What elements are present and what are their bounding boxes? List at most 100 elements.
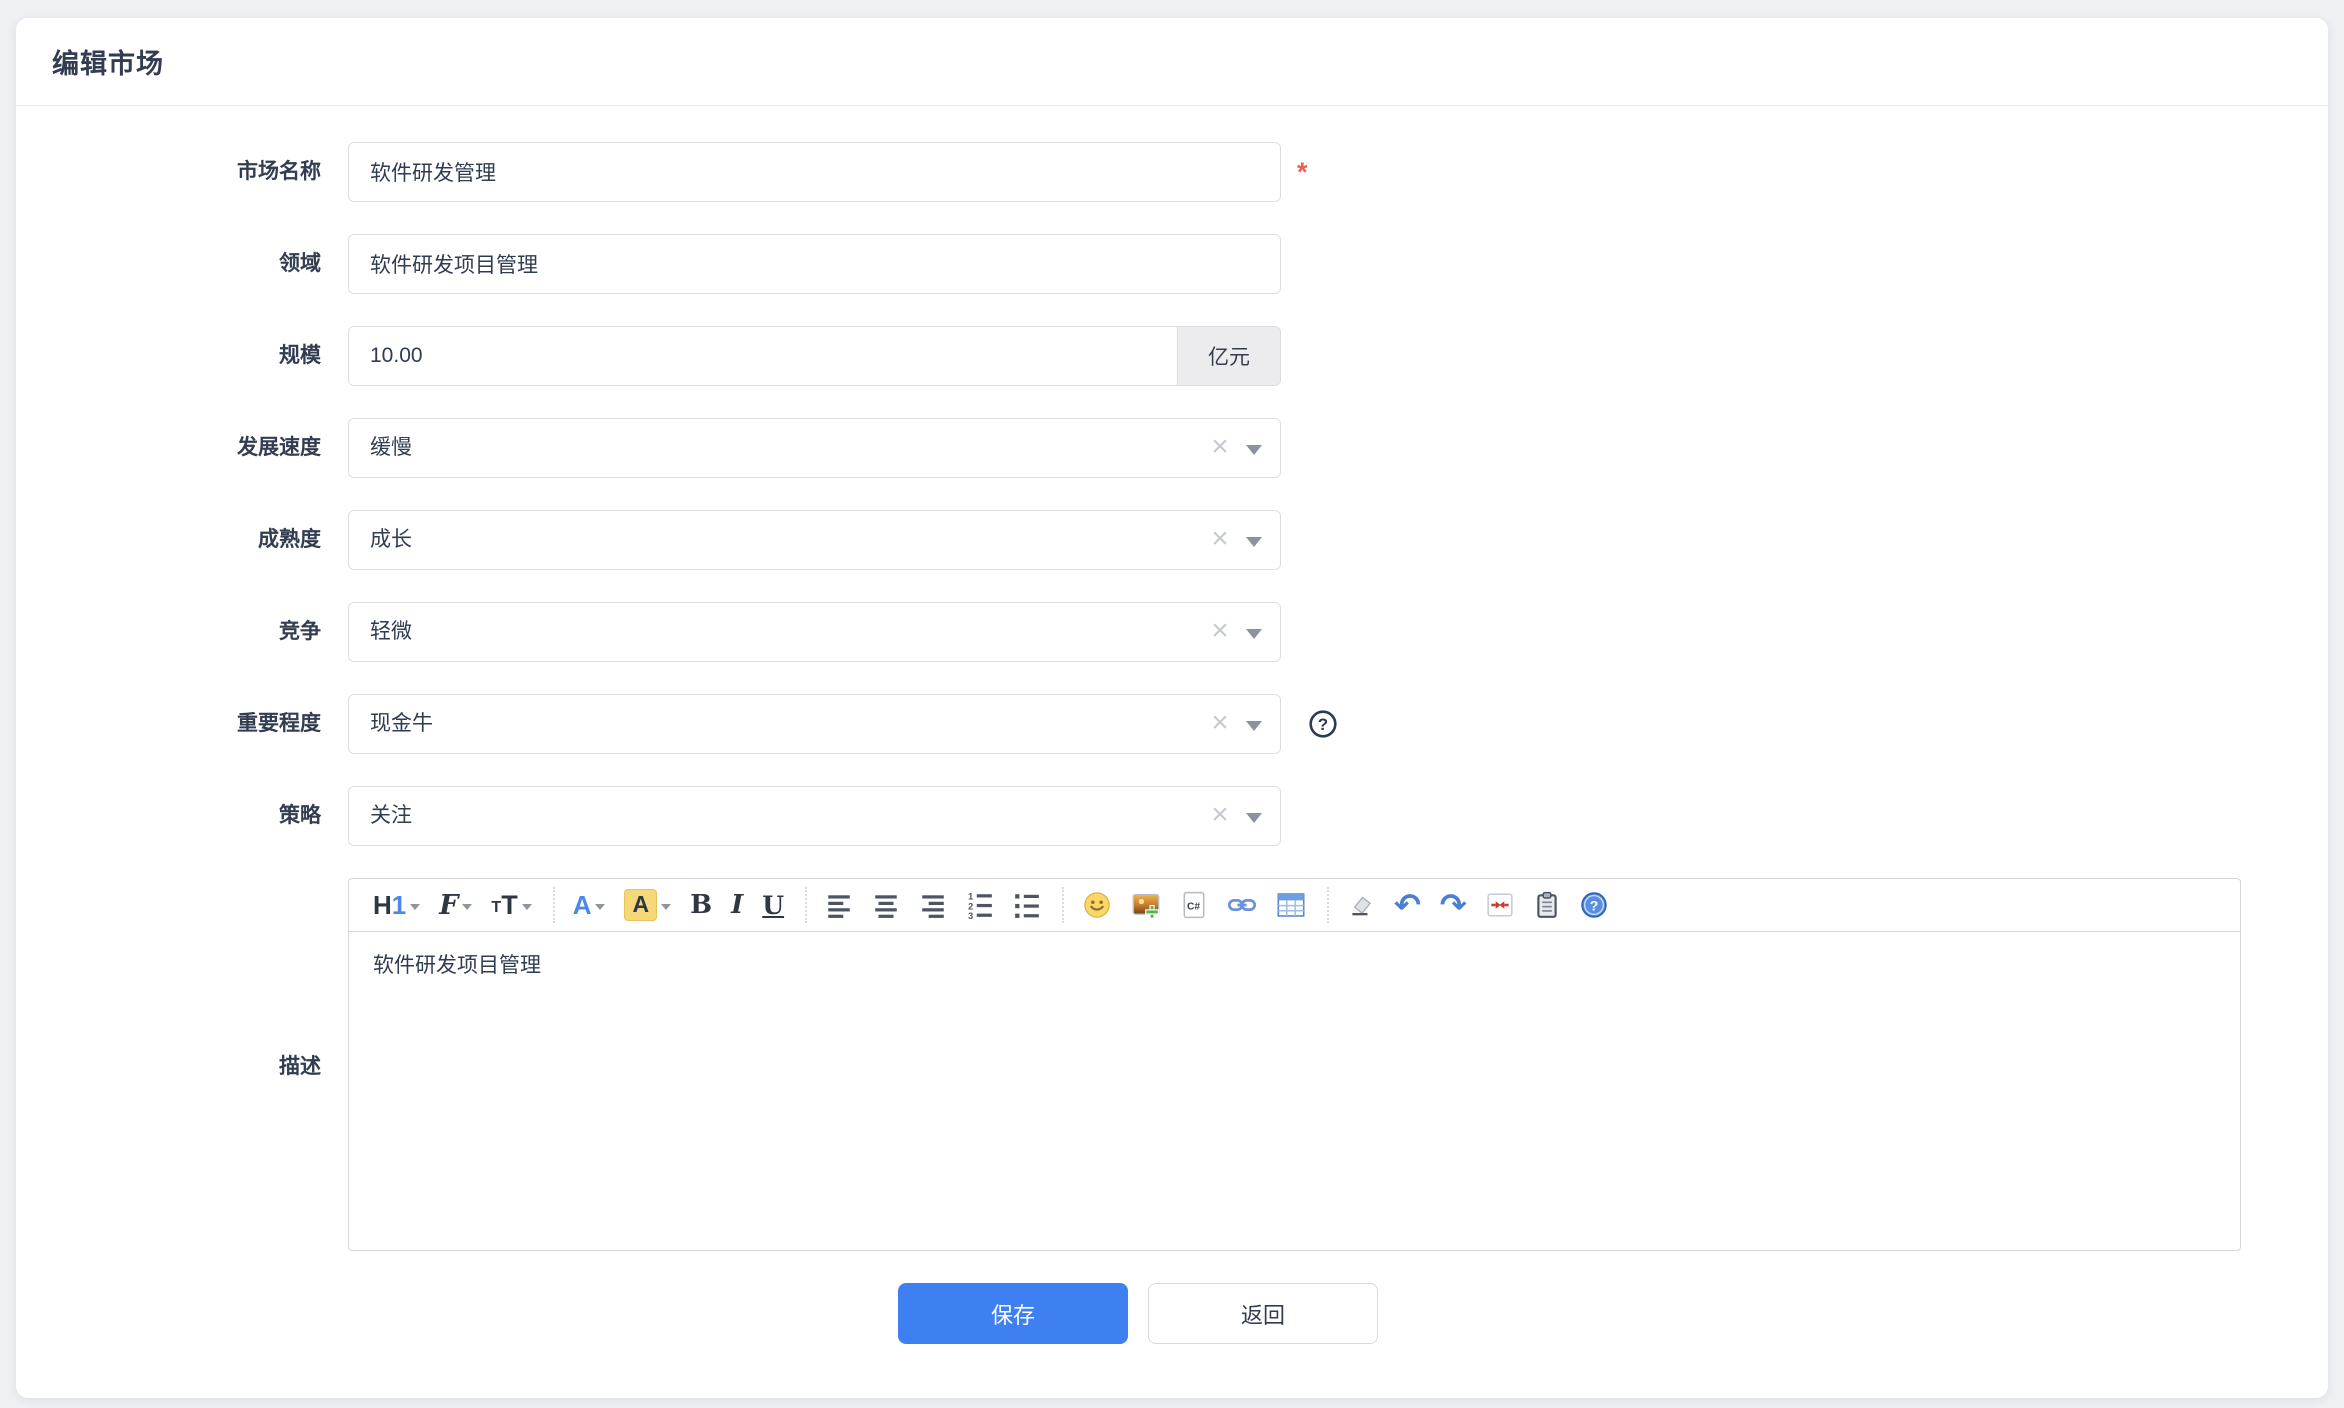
maturity-select[interactable]: 成长 × — [348, 510, 1281, 570]
maturity-value: 成长 — [370, 511, 412, 569]
form-actions: 保存 返回 — [16, 1283, 2328, 1344]
redo-icon[interactable]: ↷ — [1438, 886, 1469, 924]
row-market-name: 市场名称 * — [16, 142, 2328, 202]
chevron-down-icon — [522, 904, 532, 910]
domain-input[interactable] — [348, 234, 1281, 294]
row-domain: 领域 — [16, 234, 2328, 294]
row-growth-speed: 发展速度 缓慢 × — [16, 418, 2328, 478]
card-header: 编辑市场 — [16, 18, 2328, 106]
svg-text:C#: C# — [1187, 901, 1200, 912]
growth-speed-select[interactable]: 缓慢 × — [348, 418, 1281, 478]
competition-select[interactable]: 轻微 × — [348, 602, 1281, 662]
link-icon[interactable] — [1225, 886, 1259, 924]
align-left-icon[interactable] — [823, 886, 855, 924]
help-icon[interactable]: ? — [1308, 709, 1338, 739]
align-right-icon[interactable] — [917, 886, 949, 924]
insert-image-icon[interactable] — [1129, 886, 1163, 924]
svg-text:1: 1 — [968, 892, 973, 902]
clear-icon[interactable]: × — [1207, 695, 1233, 751]
clear-icon[interactable]: × — [1207, 787, 1233, 843]
remove-format-icon[interactable] — [1345, 886, 1377, 924]
font-size-small-glyph: T — [491, 899, 501, 917]
row-competition: 竞争 轻微 × — [16, 602, 2328, 662]
font-size-large-glyph: T — [501, 890, 518, 921]
undo-icon[interactable]: ↶ — [1392, 886, 1423, 924]
strategy-value: 关注 — [370, 787, 412, 845]
save-button[interactable]: 保存 — [898, 1283, 1128, 1344]
chevron-down-icon — [1246, 537, 1262, 547]
growth-speed-value: 缓慢 — [370, 419, 412, 477]
heading-icon[interactable]: H 1 — [371, 886, 422, 924]
background-color-icon[interactable]: A — [622, 886, 673, 924]
row-strategy: 策略 关注 × — [16, 786, 2328, 846]
page-title: 编辑市场 — [52, 42, 164, 81]
emoji-icon[interactable] — [1080, 886, 1114, 924]
competition-label: 竞争 — [16, 602, 321, 662]
italic-icon[interactable]: I — [729, 886, 745, 924]
chevron-down-icon — [1246, 629, 1262, 639]
importance-label: 重要程度 — [16, 694, 321, 754]
svg-text:2: 2 — [968, 901, 973, 911]
domain-label: 领域 — [16, 234, 321, 294]
row-description: 描述 H 1 F T T — [16, 878, 2328, 1251]
unordered-list-icon[interactable] — [1011, 886, 1043, 924]
row-importance: 重要程度 现金牛 × ? — [16, 694, 2328, 754]
toolbar-divider — [553, 887, 555, 923]
font-color-glyph: A — [573, 890, 592, 921]
toolbar-divider — [1062, 887, 1064, 923]
help-question-glyph: ? — [1318, 715, 1328, 734]
code-icon[interactable]: C# — [1178, 886, 1210, 924]
description-label: 描述 — [16, 1050, 321, 1080]
clear-icon[interactable]: × — [1207, 603, 1233, 659]
chevron-down-icon — [1246, 813, 1262, 823]
clear-icon[interactable]: × — [1207, 511, 1233, 567]
table-icon[interactable] — [1274, 886, 1308, 924]
bold-icon[interactable]: B — [688, 886, 714, 924]
bg-color-glyph: A — [624, 889, 657, 921]
editor-help-icon[interactable]: ? — [1578, 886, 1610, 924]
scale-unit: 亿元 — [1177, 327, 1280, 385]
scale-input[interactable] — [349, 327, 1177, 385]
font-family-glyph: F — [439, 890, 458, 921]
back-button[interactable]: 返回 — [1148, 1283, 1378, 1344]
chevron-down-icon — [595, 904, 605, 910]
underline-icon[interactable]: U — [760, 886, 786, 924]
underline-glyph: U — [762, 891, 784, 920]
svg-text:3: 3 — [968, 911, 973, 919]
row-maturity: 成熟度 成长 × — [16, 510, 2328, 570]
toolbar-divider — [1327, 887, 1329, 923]
edit-market-form: 市场名称 * 领域 规模 亿元 发展速度 缓慢 × — [16, 106, 2328, 1344]
font-color-icon[interactable]: A — [571, 886, 608, 924]
paste-icon[interactable] — [1531, 886, 1563, 924]
maturity-label: 成熟度 — [16, 510, 321, 570]
editor-content[interactable]: 软件研发项目管理 — [349, 932, 2240, 1250]
chevron-down-icon — [462, 904, 472, 910]
redo-glyph: ↷ — [1440, 889, 1467, 921]
chevron-down-icon — [1246, 721, 1262, 731]
market-name-input[interactable] — [348, 142, 1281, 202]
competition-value: 轻微 — [370, 603, 412, 661]
font-family-icon[interactable]: F — [437, 886, 474, 924]
fullscreen-icon[interactable] — [1484, 886, 1516, 924]
row-scale: 规模 亿元 — [16, 326, 2328, 386]
required-asterisk: * — [1297, 142, 1308, 202]
scale-input-group: 亿元 — [348, 326, 1281, 386]
strategy-select[interactable]: 关注 × — [348, 786, 1281, 846]
chevron-down-icon — [410, 904, 420, 910]
bold-glyph: B — [690, 890, 712, 920]
chevron-down-icon — [1246, 445, 1262, 455]
importance-select[interactable]: 现金牛 × — [348, 694, 1281, 754]
strategy-label: 策略 — [16, 786, 321, 846]
undo-glyph: ↶ — [1394, 889, 1421, 921]
rich-text-editor: H 1 F T T A — [348, 878, 2241, 1251]
clear-icon[interactable]: × — [1207, 419, 1233, 475]
italic-glyph: I — [731, 890, 743, 920]
chevron-down-icon — [661, 904, 671, 910]
growth-speed-label: 发展速度 — [16, 418, 321, 478]
font-size-icon[interactable]: T T — [489, 886, 533, 924]
svg-text:?: ? — [1589, 897, 1598, 913]
ordered-list-icon[interactable]: 1 2 3 — [964, 886, 996, 924]
heading-h-glyph: H — [373, 890, 392, 921]
edit-market-card: 编辑市场 市场名称 * 领域 规模 亿元 发展速度 缓慢 × — [16, 18, 2328, 1398]
align-center-icon[interactable] — [870, 886, 902, 924]
